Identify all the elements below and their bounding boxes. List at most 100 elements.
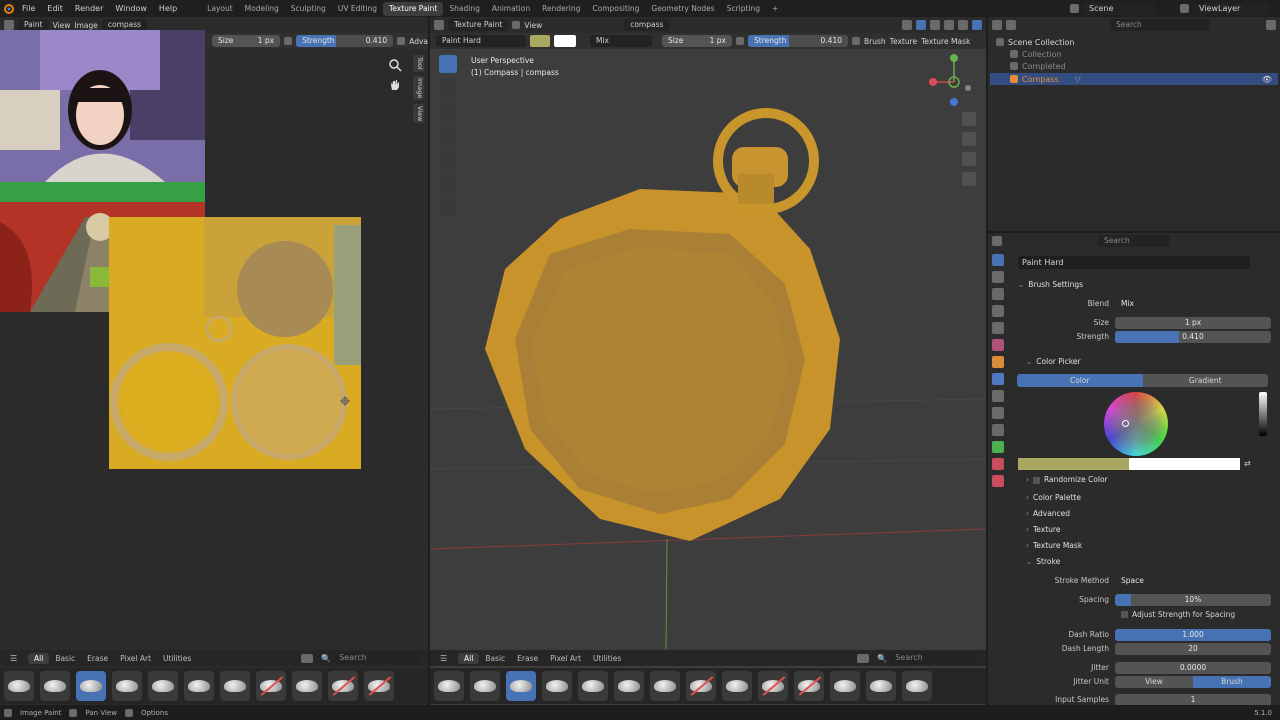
pen-pressure-icon[interactable] [397, 37, 406, 45]
stroke-panel[interactable]: ⌄ Stroke [1026, 557, 1060, 566]
tab-geometry-nodes[interactable]: Geometry Nodes [645, 2, 720, 16]
zoom-icon[interactable] [962, 112, 976, 126]
adjust-strength-row[interactable]: Adjust Strength for Spacing [1121, 608, 1235, 620]
visibility-eye-icon[interactable]: 👁 [1262, 75, 1272, 84]
gizmo-toggle-icon[interactable] [916, 20, 926, 30]
texture-mask-panel[interactable]: › Texture Mask [1026, 541, 1082, 550]
brush-menu[interactable]: Brush [864, 37, 886, 46]
tab-shading[interactable]: Shading [443, 2, 485, 16]
outliner-item-selected[interactable]: Compass ▽ 👁 [990, 73, 1278, 85]
side-tab-view[interactable]: View [413, 104, 424, 124]
pen-pressure-icon[interactable] [852, 37, 860, 45]
overlay-icon[interactable] [930, 20, 940, 30]
value-slider[interactable] [1259, 392, 1267, 436]
brush-preset[interactable] [292, 671, 322, 701]
uv-texture-canvas[interactable] [109, 217, 361, 469]
brush-preset[interactable] [434, 671, 464, 701]
view-layer-name[interactable]: ViewLayer [1193, 2, 1269, 15]
shelf-search-input[interactable]: Search [889, 652, 976, 664]
texture-tab-icon[interactable] [992, 475, 1004, 487]
outliner-item[interactable]: Collection [1010, 48, 1275, 60]
display-grid-icon[interactable] [857, 653, 870, 663]
color-tab[interactable]: Color [1017, 374, 1143, 387]
brush-preset[interactable] [542, 671, 572, 701]
scene-tab-icon[interactable] [992, 322, 1004, 334]
output-tab-icon[interactable] [992, 288, 1004, 300]
soften-tool-icon[interactable] [439, 79, 457, 97]
outliner-item[interactable]: Completed [1010, 60, 1275, 72]
jitter-unit-brush[interactable]: Brush [1193, 675, 1271, 688]
image-image-menu[interactable]: Image [74, 21, 98, 30]
adjust-strength-checkbox[interactable] [1121, 610, 1128, 618]
smear-tool-icon[interactable] [439, 103, 457, 121]
brush-preset[interactable] [4, 671, 34, 701]
brush-preset[interactable] [614, 671, 644, 701]
outliner-search-input[interactable]: Search [1110, 19, 1210, 31]
brush-preset[interactable] [364, 671, 394, 701]
swap-colors-icon[interactable]: ⇄ [1244, 459, 1251, 468]
checkbox-icon[interactable] [512, 21, 521, 29]
filter-icon[interactable] [1266, 20, 1276, 30]
viewport-object-selector[interactable]: compass [624, 19, 670, 31]
randomize-color-panel[interactable]: › Randomize Color [1026, 475, 1108, 484]
texture-mask-menu[interactable]: Texture Mask [921, 37, 970, 46]
brush-preset[interactable] [470, 671, 500, 701]
display-mode-icon[interactable] [1006, 20, 1016, 30]
tab-animation[interactable]: Animation [486, 2, 536, 16]
viewport-size-field[interactable]: Size 1 px [662, 35, 732, 47]
brush-preset[interactable] [328, 671, 358, 701]
material-shading-icon[interactable] [972, 20, 982, 30]
jitter-unit-view[interactable]: View [1115, 675, 1193, 688]
physics-tab-icon[interactable] [992, 407, 1004, 419]
image-strength-slider[interactable]: Strength 0.410 [296, 35, 394, 47]
brush-preset[interactable] [794, 671, 824, 701]
size-field[interactable]: 1 px [1115, 316, 1271, 329]
editor-type-icon[interactable] [4, 20, 14, 30]
pan-hand-icon[interactable] [388, 78, 402, 94]
view-layer-selector[interactable]: ViewLayer [1180, 2, 1269, 15]
brush-preset[interactable] [112, 671, 142, 701]
spacing-slider[interactable]: 10% [1115, 593, 1271, 606]
viewport-view-menu[interactable]: View [524, 21, 542, 30]
brush-preset[interactable] [650, 671, 680, 701]
solid-shading-icon[interactable] [958, 20, 968, 30]
tab-texture-paint[interactable]: Texture Paint [382, 1, 444, 16]
scene-selector[interactable]: Scene [1070, 2, 1155, 15]
tab-sculpting[interactable]: Sculpting [285, 2, 332, 16]
viewport-strength-slider[interactable]: Strength 0.410 [748, 35, 848, 47]
menu-render[interactable]: Render [69, 4, 109, 13]
tool-tab-icon[interactable] [992, 254, 1004, 266]
annotate-tool-icon[interactable] [439, 199, 457, 217]
editor-type-icon[interactable] [992, 236, 1002, 246]
tab-scripting[interactable]: Scripting [721, 2, 766, 16]
xray-icon[interactable] [944, 20, 954, 30]
dash-length-field[interactable]: 20 [1115, 642, 1271, 655]
brush-preset[interactable] [184, 671, 214, 701]
tab-uv-editing[interactable]: UV Editing [332, 2, 383, 16]
left-shelf-tab-basic[interactable]: Basic [49, 653, 81, 664]
object-tab-icon[interactable] [992, 356, 1004, 368]
color-wheel[interactable] [1104, 392, 1168, 456]
brush-preset[interactable] [256, 671, 286, 701]
tab-compositing[interactable]: Compositing [586, 2, 645, 16]
world-tab-icon[interactable] [992, 339, 1004, 351]
camera-icon[interactable] [962, 152, 976, 166]
advanced-panel[interactable]: › Advanced [1026, 509, 1070, 518]
modifier-tab-icon[interactable] [992, 373, 1004, 385]
hamburger-menu-icon[interactable]: ☰ [10, 654, 28, 663]
image-size-field[interactable]: Size 1 px [212, 35, 281, 47]
scene-name[interactable]: Scene [1083, 2, 1155, 15]
left-shelf-tab-erase[interactable]: Erase [81, 653, 114, 664]
viewport-shading-icon[interactable] [902, 20, 912, 30]
render-tab-icon[interactable] [992, 271, 1004, 283]
left-shelf-search-input[interactable]: Search [333, 652, 420, 664]
blend-dropdown[interactable]: Mix [1115, 297, 1271, 310]
gradient-tab[interactable]: Gradient [1142, 374, 1268, 387]
viewport-mode-dropdown[interactable]: Texture Paint [448, 19, 509, 31]
left-shelf-tab-pixel-art[interactable]: Pixel Art [114, 653, 157, 664]
material-tab-icon[interactable] [992, 458, 1004, 470]
brush-preset[interactable] [866, 671, 896, 701]
brush-preset[interactable] [686, 671, 716, 701]
fill-tool-icon[interactable] [439, 151, 457, 169]
texture-panel[interactable]: › Texture [1026, 525, 1060, 534]
